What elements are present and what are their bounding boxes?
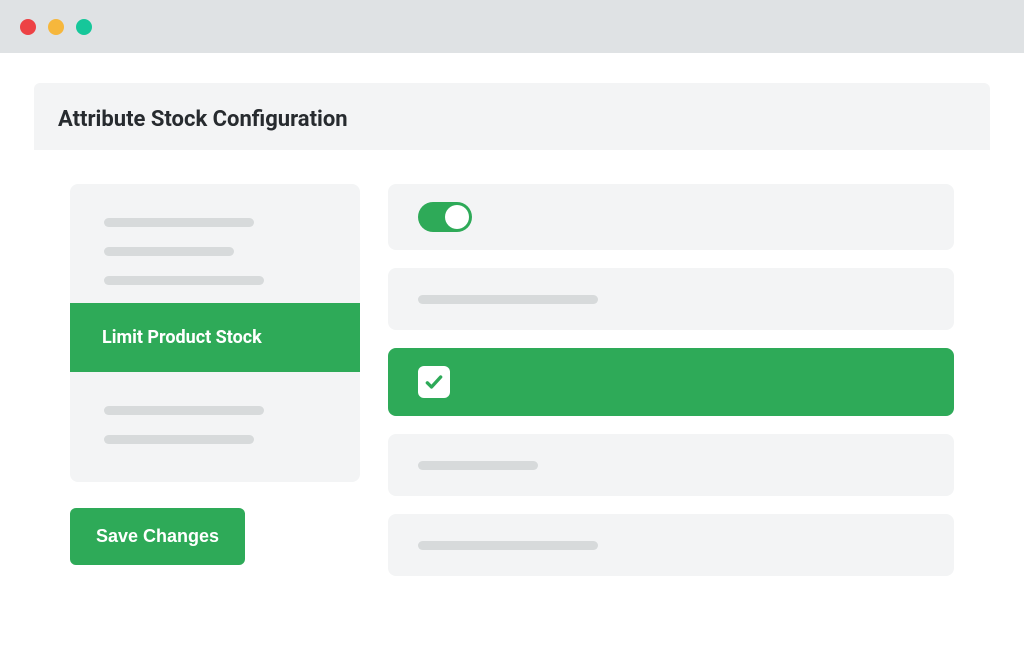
- card-body: Limit Product Stock Save Changes: [34, 150, 990, 610]
- highlight-checkbox[interactable]: [418, 366, 450, 398]
- sidebar-placeholder-bottom: [70, 372, 360, 452]
- save-button[interactable]: Save Changes: [70, 508, 245, 565]
- sidebar-placeholder-top: [70, 218, 360, 303]
- setting-row-highlight[interactable]: [388, 348, 954, 416]
- app-window: Attribute Stock Configuration Limit Prod…: [0, 0, 1024, 671]
- feature-toggle[interactable]: [418, 202, 472, 232]
- sidebar-item-placeholder[interactable]: [104, 247, 234, 256]
- sidebar-panel: Limit Product Stock: [70, 184, 360, 482]
- check-icon: [424, 372, 444, 392]
- titlebar: [0, 0, 1024, 53]
- setting-label-placeholder: [418, 461, 538, 470]
- setting-row-placeholder: [388, 514, 954, 576]
- card-header: Attribute Stock Configuration: [34, 83, 990, 150]
- page-title: Attribute Stock Configuration: [58, 107, 966, 132]
- sidebar: Limit Product Stock Save Changes: [70, 184, 360, 576]
- minimize-icon[interactable]: [48, 19, 64, 35]
- toggle-knob: [445, 205, 469, 229]
- config-card: Attribute Stock Configuration Limit Prod…: [34, 83, 990, 610]
- sidebar-item-placeholder[interactable]: [104, 406, 264, 415]
- settings-content: [388, 184, 954, 576]
- setting-label-placeholder: [418, 541, 598, 550]
- sidebar-item-placeholder[interactable]: [104, 218, 254, 227]
- sidebar-item-label: Limit Product Stock: [102, 327, 262, 348]
- setting-label-placeholder: [418, 295, 598, 304]
- sidebar-item-placeholder[interactable]: [104, 276, 264, 285]
- setting-row-placeholder: [388, 434, 954, 496]
- sidebar-item-placeholder[interactable]: [104, 435, 254, 444]
- sidebar-item-limit-product-stock[interactable]: Limit Product Stock: [70, 303, 360, 372]
- setting-row-placeholder: [388, 268, 954, 330]
- close-icon[interactable]: [20, 19, 36, 35]
- setting-row-toggle: [388, 184, 954, 250]
- maximize-icon[interactable]: [76, 19, 92, 35]
